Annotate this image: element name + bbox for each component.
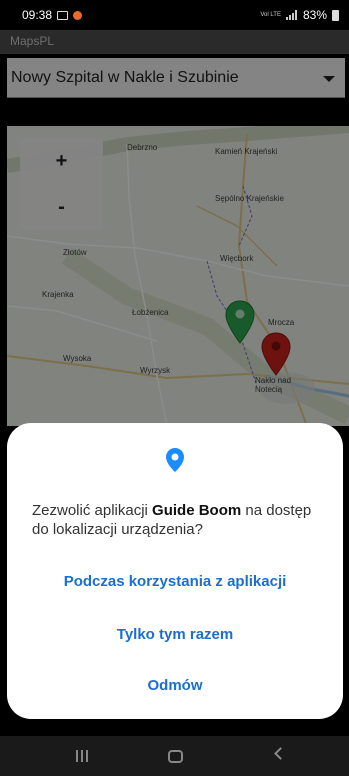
permission-message-start: Zezwolić aplikacji (32, 502, 153, 519)
permission-app-name: Guide Boom (152, 502, 242, 519)
app-title: MapsPL (10, 34, 55, 48)
permission-message: Zezwolić aplikacji Guide Boom na dostęp … (32, 501, 328, 539)
battery-icon (332, 9, 339, 21)
home-icon[interactable] (168, 750, 183, 763)
location-pin-icon (166, 448, 184, 472)
back-icon[interactable] (274, 747, 287, 760)
app-notification-icon (73, 10, 83, 20)
status-left: 09:38 (22, 8, 83, 22)
location-permission-dialog: Zezwolić aplikacji Guide Boom na dostęp … (7, 423, 343, 719)
navigation-bar (0, 736, 349, 776)
allow-once-button[interactable]: Tylko tym razem (7, 626, 343, 643)
recent-apps-icon[interactable] (76, 750, 88, 762)
battery-percent: 83% (302, 8, 327, 22)
app-bar: MapsPL (0, 30, 349, 54)
status-right: Vol LTE 83% (260, 8, 339, 22)
deny-button[interactable]: Odmów (7, 677, 343, 694)
network-label: Vol LTE (260, 12, 281, 18)
status-bar: 09:38 Vol LTE 83% (0, 0, 349, 30)
gallery-notification-icon (57, 10, 69, 20)
allow-while-using-button[interactable]: Podczas korzystania z aplikacji (7, 573, 343, 590)
signal-icon (285, 10, 298, 20)
status-time: 09:38 (22, 8, 53, 22)
